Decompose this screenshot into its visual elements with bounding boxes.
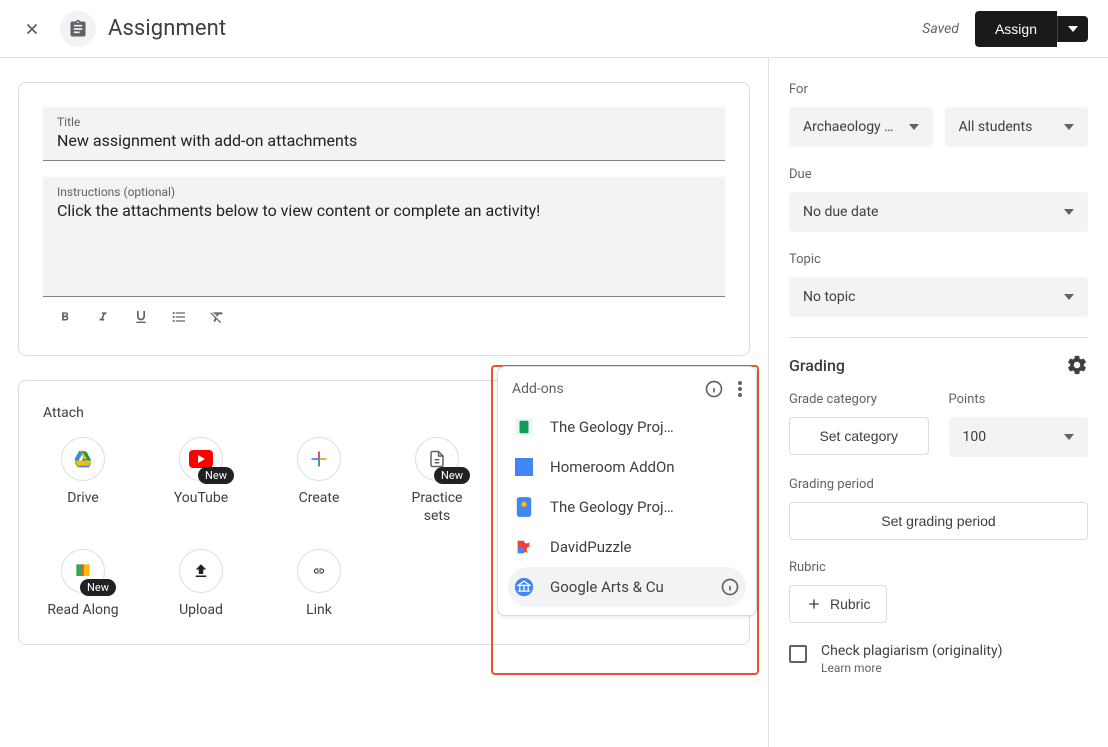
italic-button[interactable] bbox=[93, 307, 113, 327]
attach-create[interactable]: Create bbox=[279, 437, 359, 525]
caret-down-icon bbox=[1064, 124, 1074, 130]
attach-upload[interactable]: Upload bbox=[161, 549, 241, 619]
addon-item-geology-2[interactable]: The Geology Proj… bbox=[498, 487, 756, 527]
drive-icon bbox=[72, 449, 94, 469]
underline-button[interactable] bbox=[131, 307, 151, 327]
assignment-icon bbox=[60, 11, 96, 47]
plus-icon bbox=[309, 449, 329, 469]
attach-youtube[interactable]: New YouTube bbox=[161, 437, 241, 525]
close-icon bbox=[23, 20, 41, 38]
clear-format-button[interactable] bbox=[207, 307, 227, 327]
addon-app-icon bbox=[514, 497, 534, 517]
rubric-button[interactable]: Rubric bbox=[789, 585, 887, 623]
instructions-field[interactable]: Instructions (optional) Click the attach… bbox=[43, 177, 725, 297]
new-badge: New bbox=[80, 579, 116, 596]
info-icon[interactable] bbox=[704, 379, 724, 399]
grading-period-label: Grading period bbox=[789, 477, 1088, 492]
close-button[interactable] bbox=[20, 17, 44, 41]
plagiarism-checkbox[interactable] bbox=[789, 645, 807, 663]
sidebar: For Archaeology … All students Due No du… bbox=[768, 58, 1108, 747]
students-select[interactable]: All students bbox=[945, 107, 1089, 147]
instructions-label: Instructions (optional) bbox=[57, 185, 711, 199]
attach-practice-sets[interactable]: New Practice sets bbox=[397, 437, 477, 525]
addon-item-geology-1[interactable]: The Geology Proj… bbox=[498, 407, 756, 447]
due-label: Due bbox=[789, 167, 1088, 182]
plus-icon bbox=[806, 596, 822, 612]
more-icon[interactable] bbox=[738, 381, 742, 397]
caret-down-icon bbox=[1064, 434, 1074, 440]
plagiarism-label: Check plagiarism (originality) bbox=[821, 643, 1002, 659]
instructions-value: Click the attachments below to view cont… bbox=[57, 201, 711, 220]
assign-dropdown[interactable] bbox=[1057, 16, 1088, 42]
link-icon bbox=[308, 565, 330, 577]
addon-app-icon bbox=[514, 417, 534, 437]
assign-button[interactable]: Assign bbox=[975, 11, 1057, 47]
caret-down-icon bbox=[909, 124, 919, 130]
attach-card: Attach Drive New YouTube Create New Prac… bbox=[18, 380, 750, 645]
book-icon bbox=[72, 561, 94, 581]
saved-status: Saved bbox=[922, 21, 959, 37]
title-label: Title bbox=[57, 115, 711, 129]
info-icon[interactable] bbox=[720, 577, 740, 597]
addon-item-davidpuzzle[interactable]: DavidPuzzle bbox=[498, 527, 756, 567]
addon-item-google-arts[interactable]: Google Arts & Cu bbox=[508, 567, 746, 607]
points-label: Points bbox=[949, 392, 1089, 407]
topic-label: Topic bbox=[789, 252, 1088, 267]
list-button[interactable] bbox=[169, 307, 189, 327]
upload-icon bbox=[192, 561, 210, 581]
addon-app-icon bbox=[514, 577, 534, 597]
attach-read-along[interactable]: New Read Along bbox=[43, 549, 123, 619]
title-field[interactable]: Title New assignment with add-on attachm… bbox=[43, 107, 725, 161]
topic-select[interactable]: No topic bbox=[789, 277, 1088, 317]
class-select[interactable]: Archaeology … bbox=[789, 107, 933, 147]
new-badge: New bbox=[434, 467, 470, 484]
addons-panel: Add-ons The Geology Proj… Homeroom AddOn bbox=[497, 366, 757, 616]
assignment-form-card: Title New assignment with add-on attachm… bbox=[18, 82, 750, 356]
youtube-icon bbox=[189, 450, 213, 468]
addon-item-homeroom[interactable]: Homeroom AddOn bbox=[498, 447, 756, 487]
rubric-label: Rubric bbox=[789, 560, 1088, 575]
caret-down-icon bbox=[1064, 209, 1074, 215]
for-label: For bbox=[789, 82, 1088, 97]
page-title: Assignment bbox=[108, 16, 226, 41]
header: Assignment Saved Assign bbox=[0, 0, 1108, 58]
grade-category-label: Grade category bbox=[789, 392, 929, 407]
set-grading-period-button[interactable]: Set grading period bbox=[789, 502, 1088, 540]
format-toolbar bbox=[43, 297, 725, 331]
attach-drive[interactable]: Drive bbox=[43, 437, 123, 525]
set-category-button[interactable]: Set category bbox=[789, 417, 929, 455]
addon-app-icon bbox=[514, 537, 534, 557]
due-select[interactable]: No due date bbox=[789, 192, 1088, 232]
addon-app-icon bbox=[514, 457, 534, 477]
learn-more-link[interactable]: Learn more bbox=[821, 661, 1002, 675]
gear-icon[interactable] bbox=[1066, 354, 1088, 376]
attach-link[interactable]: Link bbox=[279, 549, 359, 619]
caret-down-icon bbox=[1068, 26, 1078, 32]
addons-title: Add-ons bbox=[512, 381, 704, 397]
grading-heading: Grading bbox=[789, 356, 845, 375]
caret-down-icon bbox=[1064, 294, 1074, 300]
bold-button[interactable] bbox=[55, 307, 75, 327]
new-badge: New bbox=[198, 467, 234, 484]
points-select[interactable]: 100 bbox=[949, 417, 1089, 457]
main-content: Title New assignment with add-on attachm… bbox=[0, 58, 768, 747]
title-value: New assignment with add-on attachments bbox=[57, 131, 711, 150]
